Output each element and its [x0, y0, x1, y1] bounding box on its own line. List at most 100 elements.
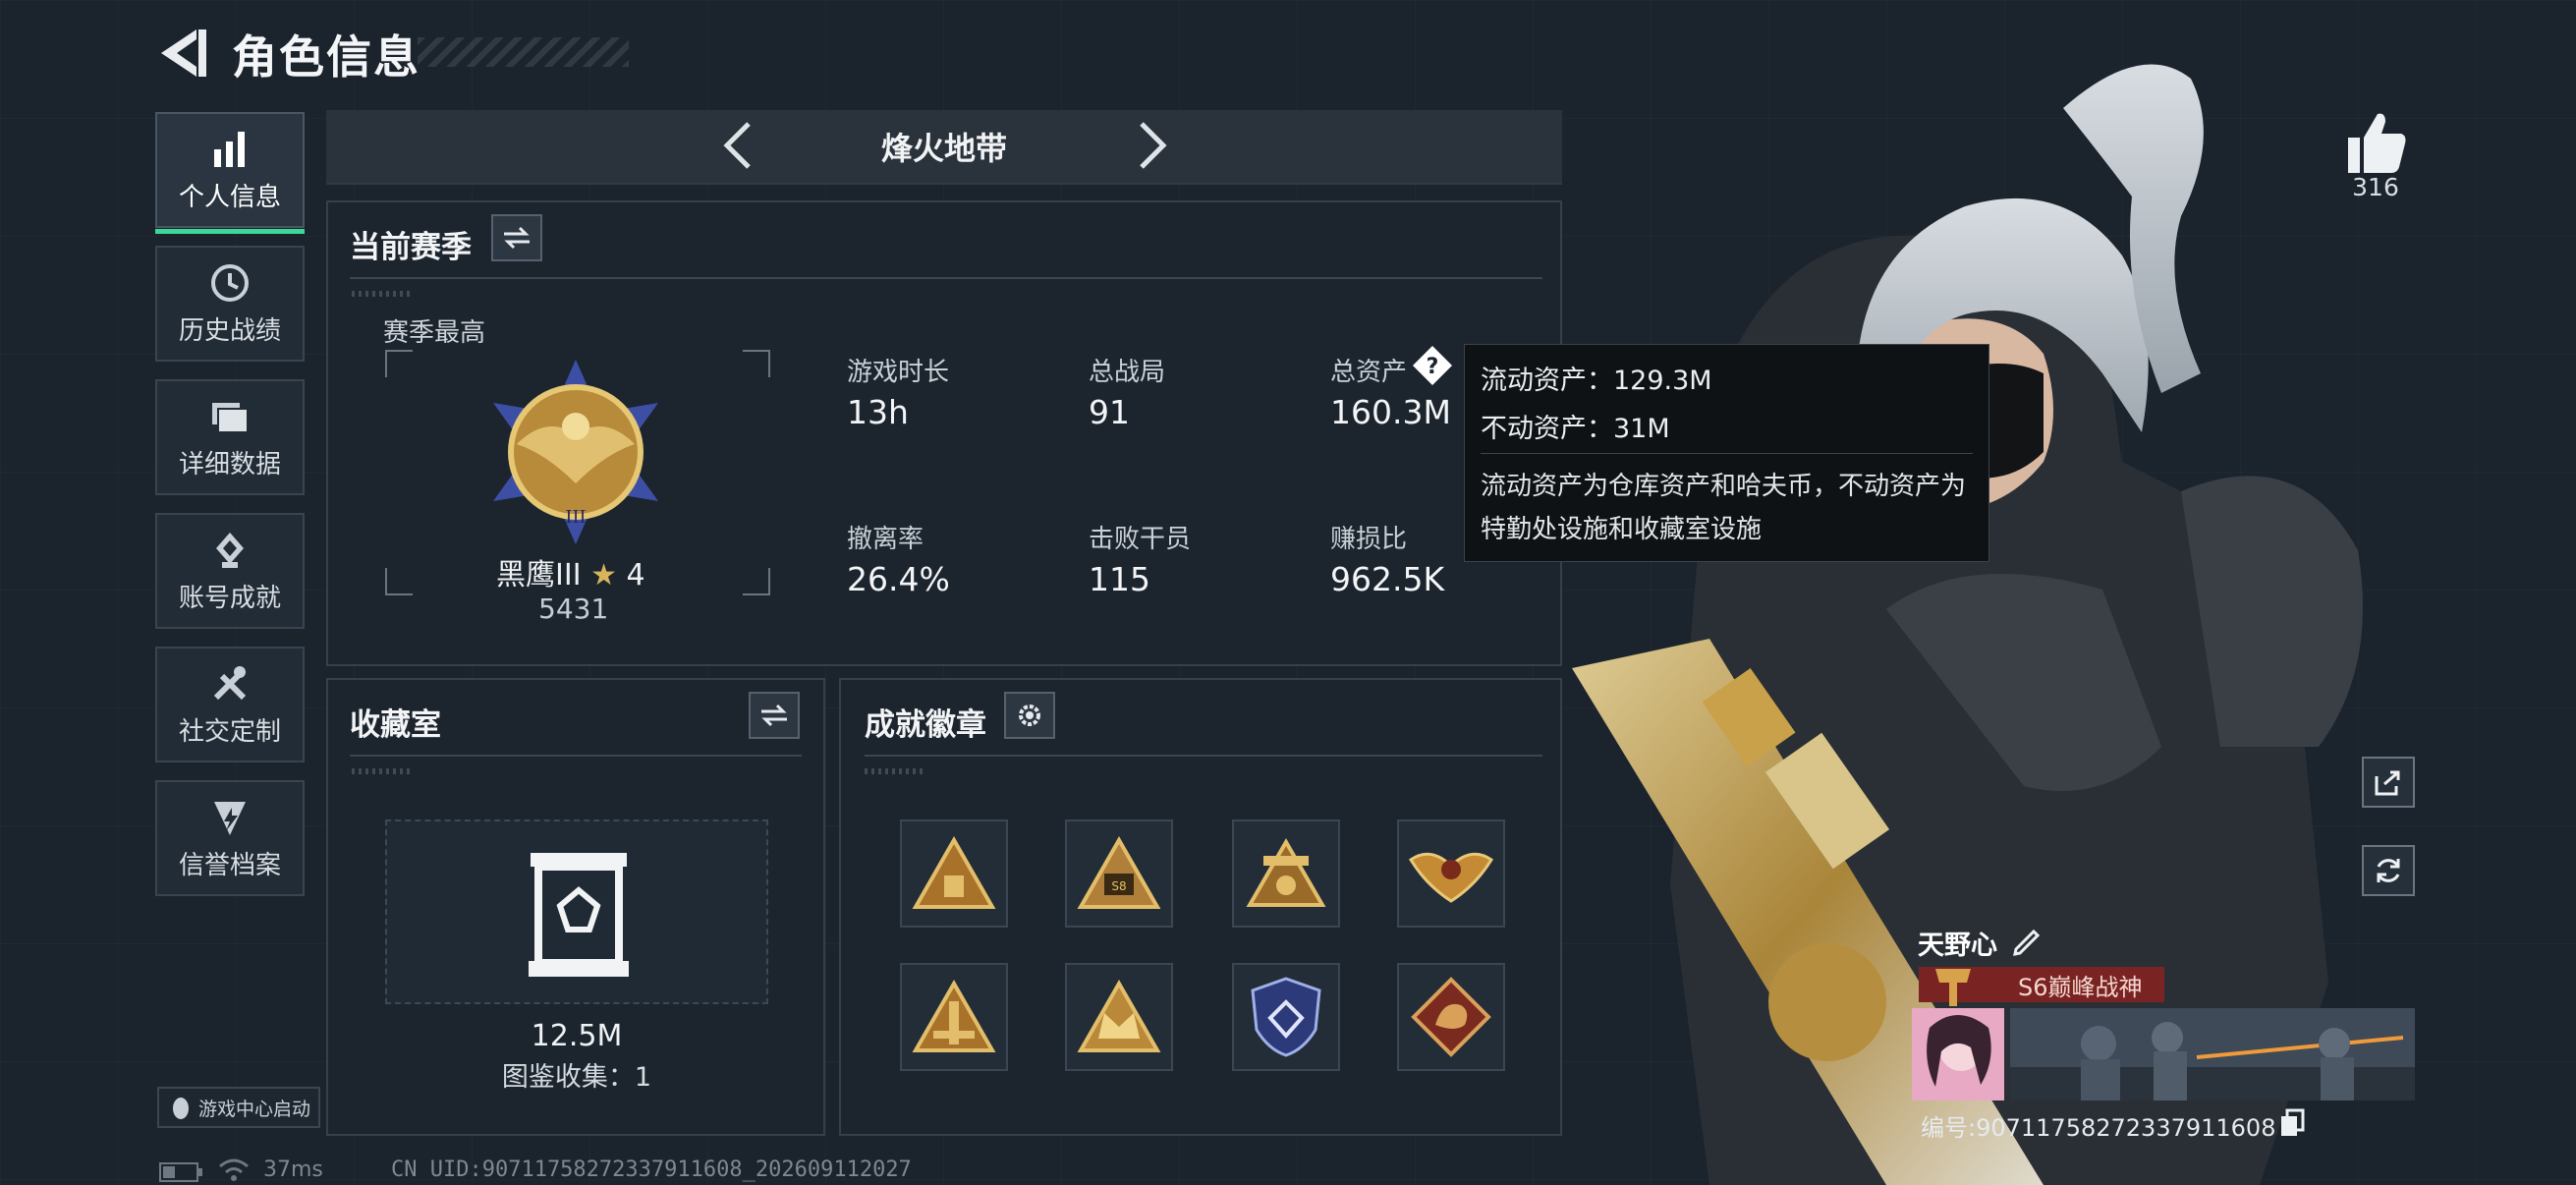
tooltip-fixed-assets: 不动资产：31M: [1481, 414, 1670, 444]
sidebar-item-label: 详细数据: [178, 449, 281, 480]
rank-emblem-icon: III: [493, 360, 658, 544]
help-icon[interactable]: ?: [1411, 344, 1454, 387]
crown-badge-icon: [1077, 980, 1161, 1052]
season-switch-button[interactable]: [491, 214, 542, 261]
history-icon: [211, 263, 249, 302]
season-title: 当前赛季: [350, 230, 472, 265]
star-icon: ★: [590, 558, 617, 592]
season-badge-icon: S8: [1077, 836, 1161, 909]
next-mode-arrow-icon[interactable]: [1122, 118, 1177, 173]
frame-corner: [743, 568, 770, 595]
svg-text:?: ?: [1427, 355, 1439, 379]
achievement-badge[interactable]: [1232, 963, 1340, 1071]
gear-icon: [1019, 705, 1040, 726]
refresh-button[interactable]: [2362, 845, 2415, 896]
achievement-badge[interactable]: [1065, 963, 1173, 1071]
decoration-dots: [865, 768, 924, 774]
mode-selector: 烽火地带: [326, 110, 1562, 185]
tools-icon: [213, 665, 247, 700]
achievement-badge[interactable]: S8: [1065, 819, 1173, 928]
achievement-badge[interactable]: [1232, 819, 1340, 928]
sidebar-item-label: 历史战绩: [178, 315, 281, 346]
collection-display[interactable]: [385, 819, 768, 1004]
player-name: 天野心: [1918, 931, 1997, 961]
achievement-badge[interactable]: [1397, 819, 1505, 928]
sidebar-item-credit[interactable]: 信誉档案: [155, 780, 305, 896]
bar-chart-icon: [214, 131, 245, 167]
achievements-settings-button[interactable]: [1004, 692, 1055, 739]
divider: [865, 755, 1542, 757]
tooltip-note: 流动资产为仓库资产和哈夫币，不动资产为特勤处设施和收藏室设施: [1481, 472, 1967, 544]
stat-label: 游戏时长: [847, 358, 950, 387]
mode-title: 烽火地带: [880, 130, 1007, 167]
network-ping: 37ms: [263, 1157, 323, 1182]
triangle-badge-icon: [912, 836, 996, 909]
player-banner[interactable]: [2010, 1008, 2415, 1100]
achievement-badge[interactable]: [900, 963, 1008, 1071]
stat-value: 115: [1089, 560, 1150, 598]
rank-stars: 4: [626, 558, 645, 592]
folder-icon: [212, 402, 249, 433]
swap-icon: [761, 704, 787, 727]
stat-value: 13h: [847, 393, 909, 431]
title-decoration: [418, 37, 629, 67]
sidebar-item-social[interactable]: 社交定制: [155, 647, 305, 762]
season-best-label: 赛季最高: [383, 318, 486, 348]
sidebar-item-label: 个人信息: [178, 182, 281, 212]
assets-tooltip: 流动资产：129.3M 不动资产：31M 流动资产为仓库资产和哈夫币，不动资产为…: [1464, 344, 1989, 562]
achievement-badge[interactable]: [900, 819, 1008, 928]
collection-title: 收藏室: [350, 707, 441, 743]
sidebar-item-personal-info[interactable]: 个人信息: [155, 112, 305, 234]
sidebar-item-label: 账号成就: [178, 583, 281, 613]
achievement-icon: [216, 532, 244, 568]
edit-icon[interactable]: [2010, 924, 2044, 957]
collection-count: 图鉴收集：1: [501, 1062, 652, 1093]
stat-value: 160.3M: [1330, 393, 1451, 431]
divider: [350, 277, 1542, 279]
stat-label: 总资产: [1330, 358, 1408, 387]
credit-shield-icon: [214, 801, 246, 835]
share-button[interactable]: [2362, 757, 2415, 808]
swap-icon: [504, 226, 530, 250]
display-case-icon: [529, 853, 629, 977]
svg-text:III: III: [565, 507, 586, 528]
shield-badge-icon: [1251, 977, 1321, 1057]
frame-corner: [385, 350, 413, 377]
back-arrow-icon[interactable]: [147, 22, 216, 85]
user-uid: CN UID:90711758272337911608_20260911202​…: [391, 1157, 912, 1182]
tooltip-liquid-assets: 流动资产：129.3M: [1481, 366, 1712, 396]
svg-text:S8: S8: [1111, 879, 1126, 893]
like-count: 316: [2352, 173, 2399, 201]
sidebar-item-achievements[interactable]: 账号成就: [155, 513, 305, 629]
stat-label: 赚损比: [1330, 525, 1408, 554]
rank-name-text: 黑鹰III: [496, 558, 582, 592]
collection-switch-button[interactable]: [749, 692, 800, 739]
launch-label: 游戏中心启动: [198, 1098, 311, 1120]
sidebar-item-label: 信誉档案: [178, 850, 281, 880]
rank-name: 黑鹰III ★ 4: [496, 550, 645, 593]
frame-corner: [743, 350, 770, 377]
sidebar-item-history[interactable]: 历史战绩: [155, 246, 305, 362]
rank-score: 5431: [538, 592, 609, 625]
achievement-badge[interactable]: [1397, 963, 1505, 1071]
game-center-launch-button[interactable]: 游戏中心启动: [157, 1087, 320, 1128]
eagle-badge-icon: [1408, 852, 1494, 903]
refresh-icon: [2377, 859, 2400, 882]
divider: [350, 755, 802, 757]
emblem-badge-icon: [1246, 838, 1326, 907]
sidebar-item-label: 社交定制: [178, 716, 281, 747]
copy-icon[interactable]: [2279, 1108, 2307, 1138]
frame-corner: [385, 568, 413, 595]
decoration-dots: [352, 291, 411, 297]
stat-label: 撤离率: [847, 525, 924, 554]
thumbs-up-icon[interactable]: [2336, 104, 2415, 183]
dragon-badge-icon: [1411, 977, 1491, 1057]
decoration-dots: [352, 768, 411, 774]
tooltip-divider: [1481, 453, 1973, 454]
rank-tag-text: S6巅峰战神: [2018, 974, 2143, 1001]
avatar[interactable]: [1912, 1008, 2004, 1100]
sidebar-item-details[interactable]: 详细数据: [155, 379, 305, 495]
battery-icon: [159, 1162, 202, 1182]
stat-value: 26.4%: [847, 560, 950, 598]
collection-value: 12.5M: [531, 1019, 623, 1053]
